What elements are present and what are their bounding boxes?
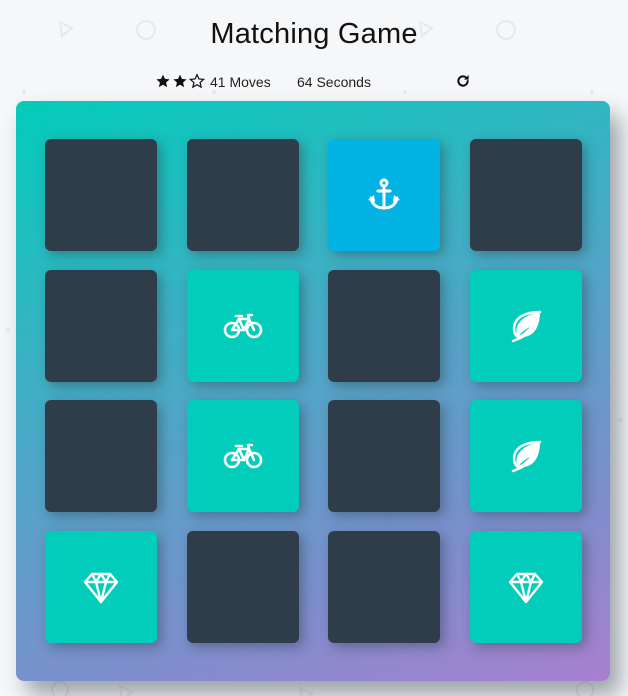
moves-counter: 41 Moves [210, 74, 271, 90]
bicycle-icon [223, 436, 263, 476]
card[interactable] [469, 400, 582, 512]
diamond-icon [506, 567, 546, 607]
refresh-icon[interactable] [455, 73, 471, 89]
card[interactable] [328, 269, 440, 382]
card[interactable] [45, 400, 157, 512]
card[interactable] [328, 530, 440, 643]
card[interactable] [186, 269, 299, 382]
card[interactable] [469, 139, 582, 251]
star-icon [156, 74, 170, 88]
card[interactable] [186, 530, 299, 643]
card[interactable] [469, 269, 582, 382]
timer: 64 Seconds [297, 74, 371, 90]
card[interactable] [328, 139, 440, 251]
game-container: Matching Game 41 Moves 64 Seconds [0, 0, 628, 696]
anchor-icon [364, 175, 404, 215]
page-title: Matching Game [210, 18, 418, 50]
diamond-icon [81, 567, 121, 607]
card[interactable] [186, 139, 299, 251]
leaf-icon [506, 306, 546, 346]
star-icon [173, 74, 187, 88]
card[interactable] [328, 400, 440, 512]
star-outline-icon [189, 73, 205, 89]
card[interactable] [45, 530, 157, 643]
leaf-icon [506, 436, 546, 476]
card[interactable] [469, 530, 582, 643]
bicycle-icon [223, 306, 263, 346]
card[interactable] [186, 400, 299, 512]
card-deck [16, 101, 610, 681]
score-panel: 41 Moves 64 Seconds [155, 72, 475, 92]
card[interactable] [45, 269, 157, 382]
card[interactable] [45, 139, 157, 251]
star-rating [155, 72, 205, 90]
